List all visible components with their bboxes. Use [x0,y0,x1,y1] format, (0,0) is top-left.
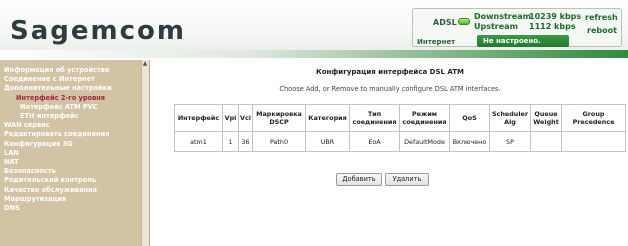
col-dscp-marking: Маркировка DSCP [252,104,306,132]
adsl-status-led-icon [458,18,470,25]
sidebar-item-device-info[interactable]: Информация об устройстве [4,66,142,75]
internet-status-badge: Не настроено. [477,35,569,47]
table-header-row: Интерфейс Vpi Vci Маркировка DSCP Катего… [174,104,626,132]
col-interface: Интерфейс [174,104,223,132]
cell-category: UBR [305,131,350,152]
sidebar-item-3g-config[interactable]: Конфигурация 3G [4,140,142,149]
cell-qos: Включено [449,131,490,152]
upstream-value: 1112 kbps [529,22,576,31]
sidebar-item-edit-connections[interactable]: Редактировать соединения [4,130,142,139]
col-qos: QoS [449,104,490,132]
col-vpi: Vpi [222,104,239,132]
sidebar-item-wan-service[interactable]: WAN сервис [4,121,142,130]
cell-group-precedence [561,131,626,152]
sidebar-scrollbar[interactable]: ▲ [141,60,149,246]
page-title: Конфигурация интерфейса DSL ATM [315,68,465,76]
cell-connection-mode: DefaultMode [399,131,450,152]
reboot-link[interactable]: reboot [587,26,617,35]
cell-queue-weight [530,131,562,152]
header: Sagemcom ADSL Downstream 10239 kbps Upst… [0,0,628,58]
main-content: Конфигурация интерфейса DSL ATM Choose A… [152,60,628,246]
downstream-label: Downstream [474,12,531,21]
sidebar-item-qos[interactable]: Качество обслуживания [4,186,142,195]
page-subtitle: Choose Add, or Remove to manually config… [279,85,501,93]
cell-interface: atm1 [174,131,223,152]
adsl-label: ADSL [433,18,457,27]
sidebar: Информация об устройстве Соединение с Ин… [0,60,150,246]
sidebar-nav: Информация об устройстве Соединение с Ин… [4,66,142,213]
cell-dscp-marking: Path0 [252,131,306,152]
sidebar-item-eth-interface[interactable]: ETH интерфейс [4,112,142,121]
sidebar-item-lan[interactable]: LAN [4,149,142,158]
sidebar-item-nat[interactable]: NAT [4,158,142,167]
scroll-up-arrow-icon[interactable]: ▲ [142,61,148,67]
remove-button[interactable]: Удалить [385,173,429,186]
col-category: Категория [305,104,350,132]
brand-logo: Sagemcom [10,16,186,46]
cell-scheduler-alg: SP [489,131,531,152]
sidebar-item-dns[interactable]: DNS [4,204,142,213]
downstream-value: 10239 kbps [529,12,582,21]
upstream-label: Upstream [474,22,518,31]
col-group-precedence: Group Precedence [561,104,626,132]
col-connection-mode: Режим соединения [399,104,450,132]
add-button[interactable]: Добавить [336,173,382,186]
sidebar-item-security[interactable]: Безопасность [4,167,142,176]
col-vci: Vci [238,104,253,132]
atm-interfaces-table: Интерфейс Vpi Vci Маркировка DSCP Катего… [174,104,626,152]
table-row: atm1 1 36 Path0 UBR EoA DefaultMode Вклю… [174,131,626,152]
router-admin-page: Sagemcom ADSL Downstream 10239 kbps Upst… [0,0,628,246]
cell-vci: 36 [238,131,253,152]
col-scheduler-alg: Scheduler Alg [489,104,531,132]
cell-vpi: 1 [222,131,239,152]
header-accent-band [0,50,628,58]
sidebar-item-parental-control[interactable]: Родительский контроль [4,176,142,185]
internet-label: Интернет [417,38,456,46]
refresh-link[interactable]: refresh [585,13,618,22]
sidebar-item-advanced-settings[interactable]: Дополнительные настройки [4,84,142,93]
status-panel: ADSL Downstream 10239 kbps Upstream 1112… [412,8,622,47]
sidebar-item-layer2-interface[interactable]: Интерфейс 2-го уровня [4,94,142,103]
sidebar-item-internet-connection[interactable]: Соединение с Интернет [4,75,142,84]
sidebar-item-atm-pvc[interactable]: Интерфейс ATM PVC [4,103,142,112]
col-queue-weight: Queue Weight [530,104,562,132]
cell-connection-type: EoA [349,131,400,152]
col-connection-type: Тип соединения [349,104,400,132]
sidebar-item-routing[interactable]: Маршрутизация [4,195,142,204]
